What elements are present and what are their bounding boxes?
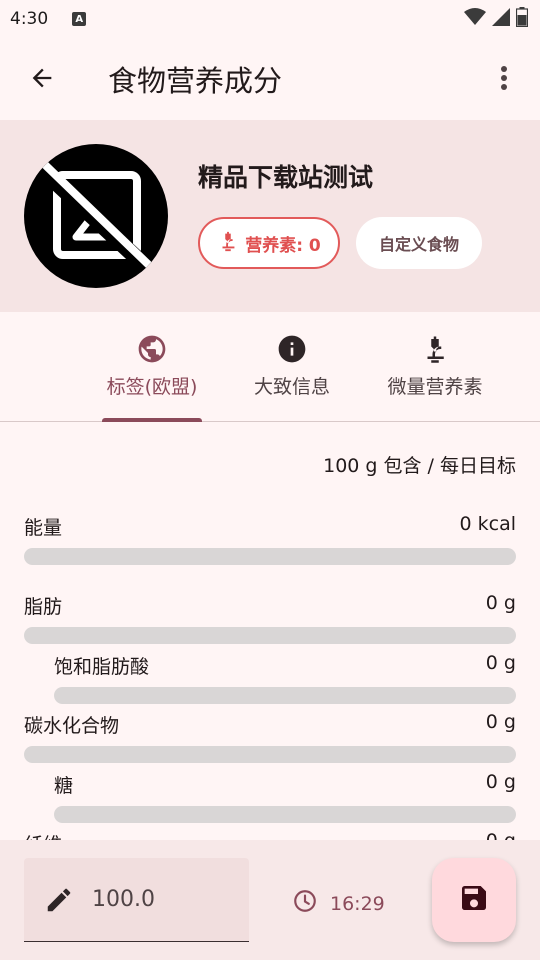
tab-general-info-text: 大致信息 <box>253 376 330 398</box>
nutrient-name: 脂肪 <box>24 596 63 618</box>
microscope-icon <box>420 332 450 366</box>
food-name: 精品下载站测试 <box>198 163 374 192</box>
signal-icon <box>492 7 510 31</box>
page-title: 食物营养成分 <box>108 64 283 98</box>
battery-icon <box>515 6 529 32</box>
custom-food-chip[interactable]: 自定义食物 <box>356 217 482 269</box>
tab-label-eu[interactable]: 标签(欧盟) <box>102 332 202 399</box>
nutrient-value: 0 g <box>485 652 516 674</box>
clock-icon <box>292 888 318 919</box>
nutrient-row: 能量 0 kcal <box>24 513 516 565</box>
nutrient-value: 0 g <box>485 592 516 614</box>
bottom-bar: 100.0 16:29 <box>0 840 540 960</box>
time-picker[interactable]: 16:29 <box>292 888 385 919</box>
nutrient-progress-bar <box>54 687 516 704</box>
nutrient-progress-bar <box>54 806 516 823</box>
food-header: 精品下载站测试 营养素: 0 自定义食物 <box>0 120 540 312</box>
time-value: 16:29 <box>330 892 385 915</box>
notification-icon: A <box>72 12 87 26</box>
nutrient-row: 脂肪 0 g <box>24 592 516 644</box>
nutrient-row: 饱和脂肪酸 0 g <box>54 652 516 704</box>
nutrient-row: 糖 0 g <box>54 771 516 823</box>
microscope-icon <box>217 229 239 258</box>
nutrient-name: 碳水化合物 <box>24 715 120 737</box>
back-button[interactable] <box>22 60 62 100</box>
nutrient-value: 0 kcal <box>459 513 517 535</box>
active-tab-indicator <box>102 418 202 422</box>
arrow-back-icon <box>28 64 56 96</box>
nutrient-value: 0 g <box>485 771 516 793</box>
save-button[interactable] <box>432 858 516 942</box>
save-icon <box>458 882 490 918</box>
per-amount-label: 100 g 包含 / 每日目标 <box>323 455 516 477</box>
tab-label-text: 标签(欧盟) <box>106 376 198 398</box>
amount-input[interactable]: 100.0 <box>24 858 249 942</box>
nutrient-row: 碳水化合物 0 g <box>24 711 516 763</box>
tab-bar: 标签(欧盟) 大致信息 微量营养素 <box>0 312 540 422</box>
nutrients-chip[interactable]: 营养素: 0 <box>198 217 340 269</box>
tab-general-info[interactable]: 大致信息 <box>242 332 342 399</box>
broken-image-icon <box>24 144 168 288</box>
more-vert-icon <box>500 65 508 95</box>
nutrient-name: 饱和脂肪酸 <box>54 656 150 678</box>
food-image[interactable] <box>24 144 168 288</box>
nutrient-name: 糖 <box>54 775 74 797</box>
wifi-icon <box>464 7 486 31</box>
nutrient-value: 0 g <box>485 711 516 733</box>
nutrient-name: 能量 <box>24 517 63 539</box>
nutrient-progress-bar <box>24 746 516 763</box>
app-bar: 食物营养成分 <box>0 38 540 120</box>
status-bar: 4:30 A <box>0 0 540 38</box>
globe-icon <box>136 332 168 366</box>
tab-micronutrients-text: 微量营养素 <box>387 376 483 398</box>
nutrient-progress-bar <box>24 627 516 644</box>
tab-micronutrients[interactable]: 微量营养素 <box>375 332 495 399</box>
nutrients-chip-label: 营养素: 0 <box>245 235 321 256</box>
edit-icon <box>44 885 74 915</box>
amount-value: 100.0 <box>92 887 155 912</box>
info-icon <box>276 332 308 366</box>
more-options-button[interactable] <box>486 60 522 100</box>
status-time: 4:30 <box>10 9 49 29</box>
nutrient-progress-bar <box>24 548 516 565</box>
